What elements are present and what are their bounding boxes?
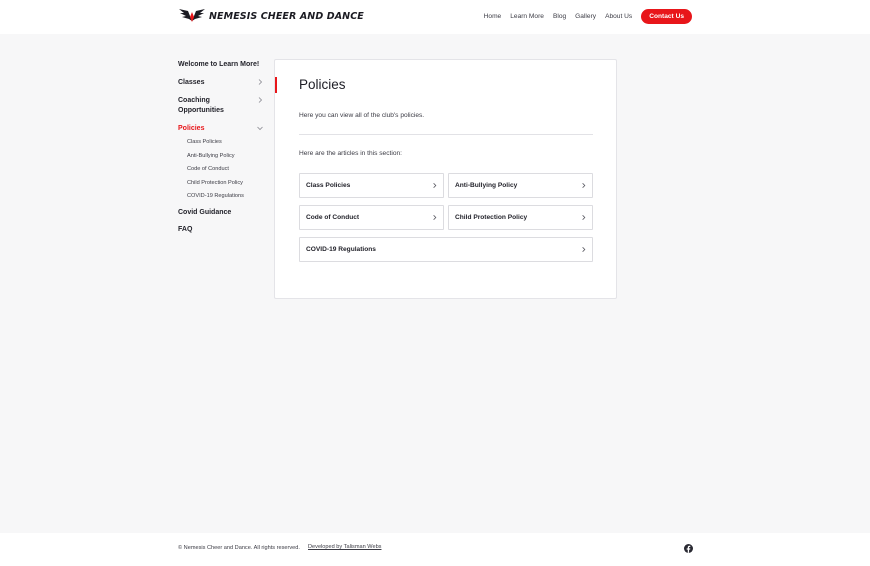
developer-link[interactable]: Developed by Talisman Webs: [308, 544, 381, 550]
sidebar-item-classes[interactable]: Classes: [178, 78, 263, 88]
sidebar-item-coaching[interactable]: Coaching Opportunities: [178, 96, 263, 116]
main-nav: Home Learn More Blog Gallery About Us Co…: [475, 9, 692, 24]
article-title: COVID-19 Regulations: [306, 246, 376, 253]
nav-gallery[interactable]: Gallery: [575, 13, 596, 20]
nav-learn-more[interactable]: Learn More: [510, 13, 544, 20]
site-header: NEMESIS CHEER AND DANCE Home Learn More …: [0, 0, 870, 34]
sidebar-item-covid-guidance[interactable]: Covid Guidance: [178, 208, 262, 218]
article-card-anti-bullying[interactable]: Anti-Bullying Policy: [448, 173, 593, 198]
sidebar-subitem-child-protection[interactable]: Child Protection Policy: [187, 180, 262, 187]
site-footer: © Nemesis Cheer and Dance. All rights re…: [0, 533, 870, 566]
sidebar-item-welcome[interactable]: Welcome to Learn More!: [178, 60, 262, 70]
site-logo[interactable]: NEMESIS CHEER AND DANCE: [178, 7, 364, 25]
title-accent-bar: [275, 77, 277, 93]
article-card-child-protection[interactable]: Child Protection Policy: [448, 205, 593, 230]
contact-us-button[interactable]: Contact Us: [641, 9, 692, 24]
sidebar-item-label: Classes: [178, 79, 205, 86]
sidebar-item-label: FAQ: [178, 226, 193, 233]
article-title: Anti-Bullying Policy: [455, 182, 518, 189]
nav-about-us[interactable]: About Us: [605, 13, 632, 20]
article-title: Code of Conduct: [306, 214, 360, 221]
sidebar-item-faq[interactable]: FAQ: [178, 225, 262, 235]
page-title: Policies: [299, 77, 346, 92]
article-title: Class Policies: [306, 182, 351, 189]
sidebar-subitem-code-of-conduct[interactable]: Code of Conduct: [187, 166, 262, 173]
article-title: Child Protection Policy: [455, 214, 528, 221]
article-card-code-of-conduct[interactable]: Code of Conduct: [299, 205, 444, 230]
sidebar-subitem-class-policies[interactable]: Class Policies: [187, 139, 262, 146]
sidebar-item-label: Welcome to Learn More!: [178, 61, 260, 68]
article-card-class-policies[interactable]: Class Policies: [299, 173, 444, 198]
divider: [299, 134, 593, 135]
chevron-right-icon: [582, 215, 586, 220]
sidebar-subitem-covid-regulations[interactable]: COVID-19 Regulations: [187, 193, 262, 200]
chevron-right-icon: [582, 183, 586, 188]
policies-sublist: Class Policies Anti-Bullying Policy Code…: [187, 139, 262, 200]
copyright-text: © Nemesis Cheer and Dance. All rights re…: [178, 545, 300, 551]
sidebar-item-policies[interactable]: Policies: [178, 124, 263, 134]
sidebar-subitem-anti-bullying[interactable]: Anti-Bullying Policy: [187, 153, 262, 160]
section-sidebar: Welcome to Learn More! Classes Coaching …: [178, 60, 263, 235]
sidebar-item-label: Covid Guidance: [178, 209, 232, 216]
facebook-icon[interactable]: [684, 544, 693, 553]
sidebar-item-label: Coaching Opportunities: [178, 97, 224, 114]
chevron-right-icon: [582, 247, 586, 252]
chevron-right-icon: [433, 183, 437, 188]
sidebar-item-label: Policies: [178, 125, 205, 132]
article-card-covid-regulations[interactable]: COVID-19 Regulations: [299, 237, 593, 262]
nav-blog[interactable]: Blog: [553, 13, 566, 20]
articles-intro: Here are the articles in this section:: [299, 150, 402, 157]
nav-home[interactable]: Home: [484, 13, 502, 20]
page-intro: Here you can view all of the club's poli…: [299, 112, 425, 119]
winged-logo-icon: [179, 9, 205, 22]
chevron-right-icon: [258, 79, 263, 85]
logo-wordmark: NEMESIS CHEER AND DANCE: [209, 10, 364, 22]
chevron-down-icon: [257, 126, 263, 131]
chevron-right-icon: [433, 215, 437, 220]
chevron-right-icon: [258, 97, 263, 103]
content-card: Policies Here you can view all of the cl…: [274, 59, 617, 299]
